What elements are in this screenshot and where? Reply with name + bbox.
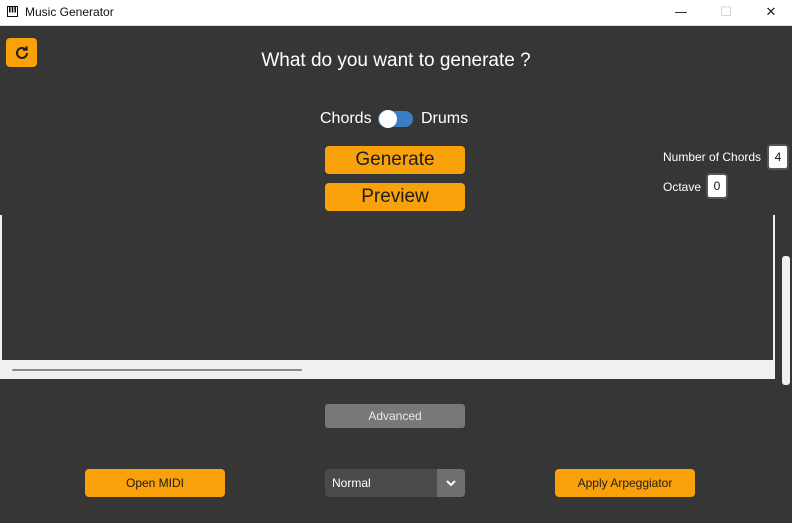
maximize-button[interactable]: ☐	[703, 0, 749, 25]
toggle-right-label: Drums	[421, 110, 469, 127]
chords-drums-toggle[interactable]	[378, 110, 413, 128]
preview-button[interactable]: Preview	[325, 183, 465, 211]
page-heading: What do you want to generate ?	[261, 50, 531, 71]
horizontal-scrollbar-thumb[interactable]	[12, 369, 302, 371]
main-panel: What do you want to generate ? Chords Dr…	[0, 26, 792, 523]
piano-icon	[7, 6, 18, 17]
title-bar: Music Generator — ☐ ✕	[0, 0, 792, 26]
open-midi-button[interactable]: Open MIDI	[85, 469, 225, 497]
vertical-scrollbar-thumb[interactable]	[782, 256, 790, 385]
close-button[interactable]: ✕	[748, 0, 792, 25]
advanced-button[interactable]: Advanced	[325, 404, 465, 428]
dropdown-toggle[interactable]	[437, 469, 465, 497]
toggle-knob	[379, 110, 397, 128]
generate-button[interactable]: Generate	[325, 146, 465, 174]
apply-arpeggiator-button[interactable]: Apply Arpeggiator	[555, 469, 695, 497]
octave-label: Octave	[663, 180, 702, 194]
toggle-left-label: Chords	[320, 110, 372, 127]
mode-dropdown-value: Normal	[332, 476, 371, 490]
octave-input[interactable]: 0	[706, 173, 728, 199]
window-title: Music Generator	[25, 5, 114, 19]
chevron-down-icon	[446, 480, 456, 487]
mode-dropdown[interactable]: Normal	[325, 469, 465, 497]
number-of-chords-label: Number of Chords	[663, 150, 762, 164]
horizontal-scrollbar[interactable]	[0, 360, 775, 379]
piano-roll-canvas[interactable]	[0, 215, 775, 360]
number-of-chords-input[interactable]: 4	[767, 144, 789, 170]
minimize-button[interactable]: —	[658, 0, 704, 25]
